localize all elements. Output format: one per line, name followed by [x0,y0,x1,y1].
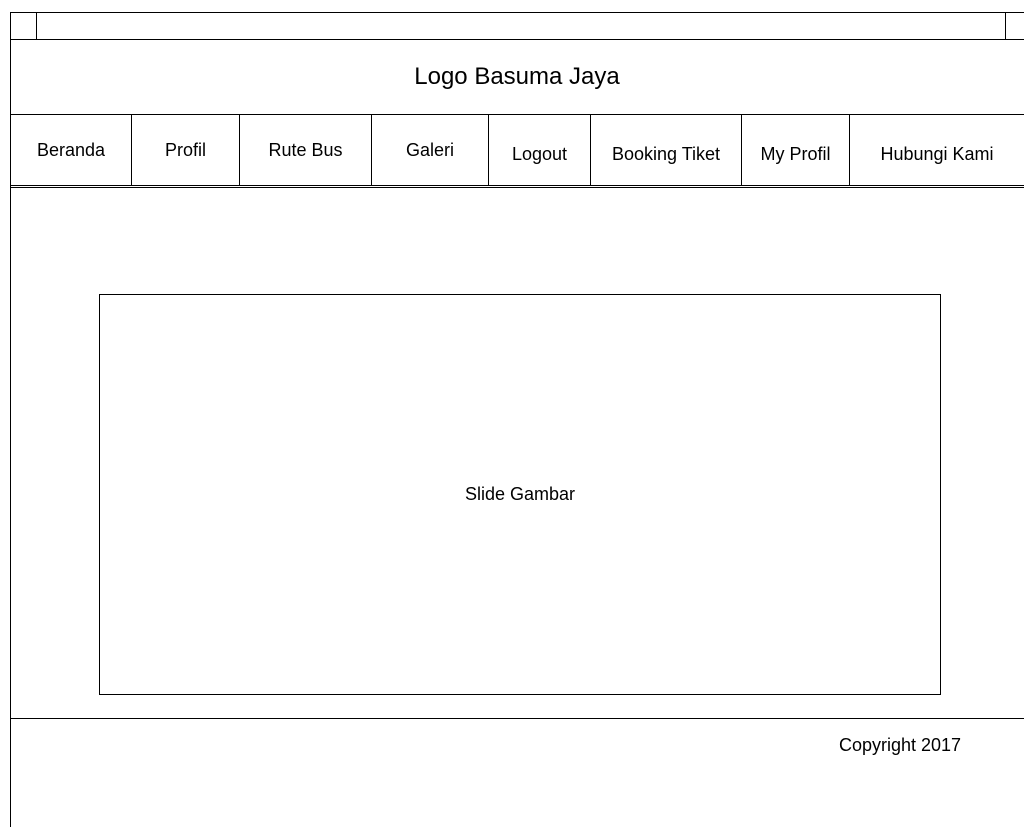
nav-bottom-border-double [10,187,1024,188]
nav-item-galeri[interactable]: Galeri [372,115,488,185]
nav-item-my-profil[interactable]: My Profil [742,115,849,185]
nav-item-booking-tiket[interactable]: Booking Tiket [591,115,741,185]
copyright-text: Copyright 2017 [838,734,962,755]
top-bar-right-divider [1005,12,1006,39]
nav-item-logout[interactable]: Logout [489,115,590,185]
nav-item-rute-bus[interactable]: Rute Bus [240,115,371,185]
slide-label: Slide Gambar [464,484,576,504]
nav-item-hubungi-kami[interactable]: Hubungi Kami [850,115,1024,185]
footer-top-border [10,718,1024,719]
site-logo[interactable]: Logo Basuma Jaya [10,40,1024,114]
nav-item-beranda[interactable]: Beranda [11,115,131,185]
top-bar-left-divider [36,12,37,39]
nav-item-profil[interactable]: Profil [132,115,239,185]
nav-bottom-border [10,185,1024,186]
image-slider[interactable]: Slide Gambar [99,294,941,695]
frame-top-border [10,12,1024,13]
